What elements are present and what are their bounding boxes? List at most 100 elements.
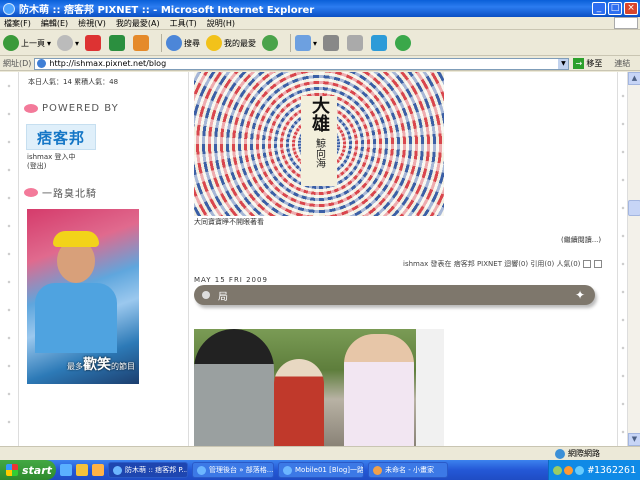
ie-icon bbox=[283, 465, 292, 475]
hero-subtitle: 鯨向海 bbox=[313, 138, 325, 168]
favorites-button[interactable]: 我的最愛 bbox=[206, 35, 256, 51]
print-icon bbox=[323, 35, 340, 51]
links-button[interactable]: 連結 bbox=[614, 58, 630, 69]
address-label: 網址(D) bbox=[3, 59, 32, 68]
sidebar-photo[interactable]: 最多歡笑的節目 bbox=[27, 209, 139, 384]
page-icon bbox=[37, 59, 47, 68]
photo-person bbox=[344, 334, 414, 446]
left-border bbox=[18, 72, 19, 446]
ie-icon bbox=[197, 465, 206, 475]
edit-icon bbox=[347, 35, 364, 51]
tray-icon[interactable] bbox=[563, 465, 573, 475]
start-button[interactable]: start bbox=[0, 460, 56, 480]
ie-quicklaunch-icon[interactable] bbox=[60, 464, 72, 476]
section-title: 一路臭北騎 bbox=[42, 189, 97, 200]
menu-edit[interactable]: 編輯(E) bbox=[41, 18, 68, 29]
close-button[interactable]: × bbox=[624, 2, 638, 15]
scroll-down-arrow-icon[interactable]: ▼ bbox=[628, 433, 640, 446]
post-title-bar: 局 ✦ bbox=[194, 285, 595, 305]
stop-button[interactable] bbox=[85, 35, 103, 51]
menu-view[interactable]: 檢視(V) bbox=[78, 18, 106, 29]
minimize-button[interactable]: _ bbox=[592, 2, 606, 15]
forward-arrow-icon bbox=[57, 35, 74, 51]
read-more-link[interactable]: (繼續閱讀...) bbox=[561, 235, 601, 245]
print-button[interactable] bbox=[323, 35, 341, 51]
photo-caption: 最多歡笑的節目 bbox=[67, 354, 135, 374]
scroll-up-arrow-icon[interactable]: ▲ bbox=[628, 72, 640, 85]
address-bar: 網址(D) http://ishmax.pixnet.net/blog ▼ → … bbox=[0, 57, 640, 71]
status-bar: 網際網路 bbox=[0, 446, 640, 460]
ie-logo-icon bbox=[3, 2, 15, 15]
menu-file[interactable]: 檔案(F) bbox=[4, 18, 31, 29]
search-icon bbox=[166, 35, 183, 51]
taskbar-item[interactable]: Mobile01 [Blog]一路... bbox=[278, 462, 364, 478]
title-bullet-icon bbox=[202, 291, 210, 299]
tray-icon[interactable] bbox=[552, 465, 562, 475]
search-label: 搜尋 bbox=[184, 38, 201, 48]
logout-link[interactable]: (登出) bbox=[27, 161, 46, 171]
menu-help[interactable]: 說明(H) bbox=[207, 18, 235, 29]
refresh-icon bbox=[109, 35, 126, 51]
edit-button[interactable] bbox=[347, 35, 365, 51]
home-icon bbox=[133, 35, 150, 51]
taskbar-item[interactable]: 防木萌 :: 痞客邦 P... bbox=[108, 462, 188, 478]
research-button[interactable] bbox=[371, 35, 389, 51]
taskbar-item-label: Mobile01 [Blog]一路... bbox=[295, 466, 364, 474]
hero-image[interactable]: 大雄 鯨向海 bbox=[194, 72, 444, 216]
toolbar-separator bbox=[290, 34, 292, 52]
go-button[interactable]: → 移至 bbox=[573, 58, 602, 69]
menu-favorites[interactable]: 我的最愛(A) bbox=[116, 18, 160, 29]
messenger-icon bbox=[395, 35, 412, 51]
photo-person bbox=[194, 329, 274, 446]
history-button[interactable] bbox=[262, 35, 280, 51]
system-tray: #1362261 bbox=[547, 460, 640, 480]
photo-shirt bbox=[35, 283, 117, 353]
browser-viewport: 本日人氣：14 累積人氣：48 POWERED BY 痞客邦 ishmax 登入… bbox=[0, 72, 627, 446]
mail-button[interactable]: ▾ bbox=[295, 35, 317, 51]
address-dropdown-icon[interactable]: ▼ bbox=[558, 58, 569, 69]
section-heading: 一路臭北騎 bbox=[24, 185, 97, 200]
messenger-quicklaunch-icon[interactable] bbox=[92, 464, 104, 476]
start-label: start bbox=[22, 463, 52, 477]
photo-person bbox=[274, 359, 324, 446]
taskbar-item[interactable]: 管理後台 » 部落格... bbox=[192, 462, 274, 478]
star-icon: ✦ bbox=[574, 288, 585, 302]
post-date: MAY 15 FRI 2009 bbox=[194, 276, 268, 284]
window-title: 防木萌 :: 痞客邦 PIXNET :: - Microsoft Interne… bbox=[19, 5, 315, 16]
vertical-scrollbar[interactable]: ▲ ▼ bbox=[627, 72, 640, 446]
go-label: 移至 bbox=[586, 59, 603, 68]
home-button[interactable] bbox=[133, 35, 151, 51]
scroll-thumb[interactable] bbox=[628, 200, 640, 216]
menu-tools[interactable]: 工具(T) bbox=[170, 18, 197, 29]
stop-icon bbox=[85, 35, 102, 51]
back-button[interactable]: 上一頁 ▾ bbox=[3, 35, 51, 51]
history-icon bbox=[262, 35, 279, 51]
forward-button[interactable]: ▾ bbox=[57, 35, 79, 51]
search-button[interactable]: 搜尋 bbox=[166, 35, 200, 51]
refresh-button[interactable] bbox=[109, 35, 127, 51]
maximize-button[interactable]: □ bbox=[608, 2, 622, 15]
taskbar-item-label: 管理後台 » 部落格... bbox=[209, 466, 274, 474]
folder-quicklaunch-icon[interactable] bbox=[76, 464, 88, 476]
caption-prefix: 最多 bbox=[67, 362, 83, 371]
delete-post-icon[interactable] bbox=[594, 260, 603, 268]
windows-flag-icon bbox=[614, 17, 638, 29]
hero-center: 大雄 鯨向海 bbox=[301, 96, 337, 186]
back-label: 上一頁 bbox=[21, 38, 45, 48]
edit-post-icon[interactable] bbox=[583, 260, 592, 268]
address-input[interactable]: http://ishmax.pixnet.net/blog ▼ bbox=[34, 57, 570, 70]
pink-bullet-icon bbox=[24, 188, 38, 197]
favorites-label: 我的最愛 bbox=[224, 38, 257, 48]
favorites-star-icon bbox=[206, 35, 223, 51]
toolbar-separator bbox=[161, 34, 163, 52]
taskbar-item-label: 防木萌 :: 痞客邦 P... bbox=[125, 466, 188, 474]
zone-label: 網際網路 bbox=[568, 449, 600, 458]
hero-title: 大雄 bbox=[309, 96, 330, 132]
pixnet-logo[interactable]: 痞客邦 bbox=[26, 124, 96, 150]
column-divider bbox=[188, 72, 189, 446]
taskbar-item[interactable]: 未命名 - 小畫家 bbox=[368, 462, 448, 478]
tray-icon[interactable] bbox=[574, 465, 584, 475]
post-title[interactable]: 局 bbox=[218, 288, 575, 303]
messenger-button[interactable] bbox=[395, 35, 413, 51]
post-photo[interactable] bbox=[194, 329, 444, 446]
